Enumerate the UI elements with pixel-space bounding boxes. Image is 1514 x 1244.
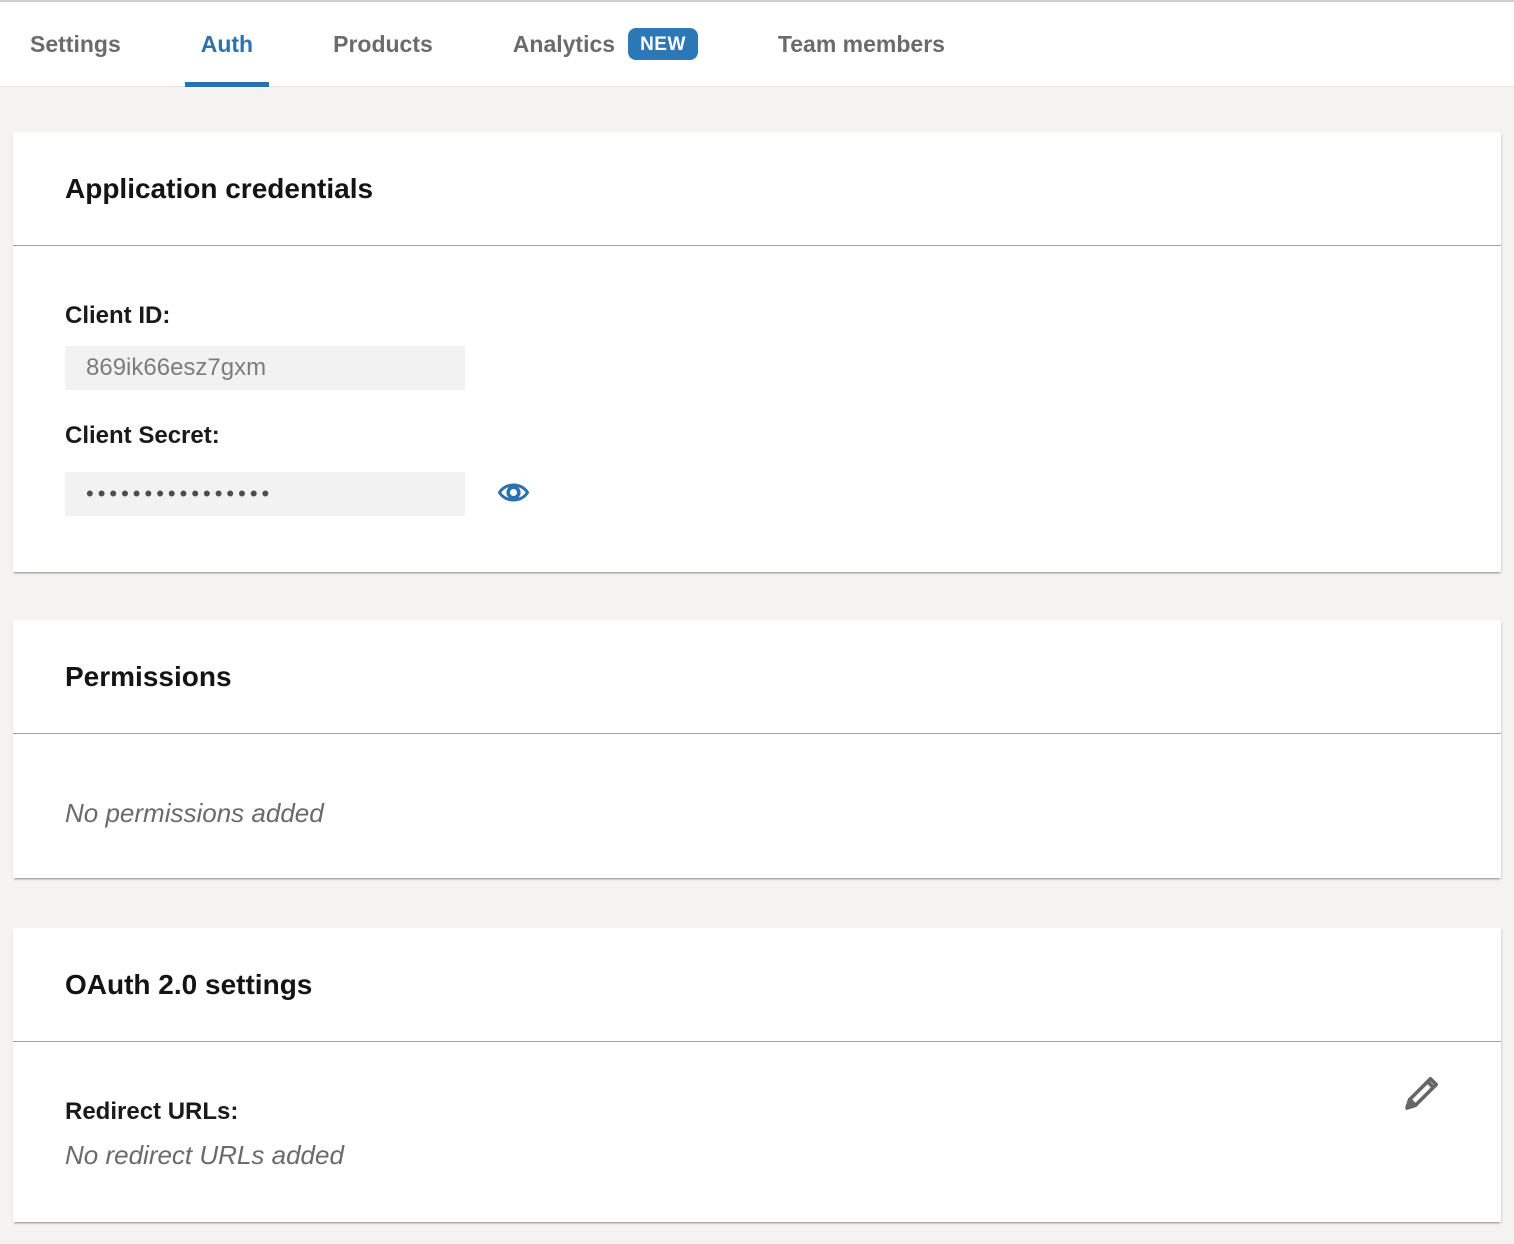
client-id-value: 869ik66esz7gxm bbox=[86, 354, 266, 382]
tab-analytics[interactable]: Analytics NEW bbox=[497, 2, 714, 86]
new-badge: NEW bbox=[628, 28, 698, 60]
permissions-body: No permissions added bbox=[13, 734, 1501, 878]
client-id-label: Client ID: bbox=[65, 302, 1449, 330]
permissions-card: Permissions No permissions added bbox=[13, 620, 1501, 878]
tab-auth[interactable]: Auth bbox=[185, 2, 269, 86]
client-secret-label: Client Secret: bbox=[65, 422, 1449, 450]
oauth-settings-card: OAuth 2.0 settings Redirect URLs: No red… bbox=[13, 928, 1501, 1222]
client-secret-masked-value: •••••••••••••••• bbox=[86, 481, 273, 507]
permissions-empty-message: No permissions added bbox=[65, 798, 1449, 828]
tab-analytics-label: Analytics bbox=[513, 31, 615, 58]
client-secret-field[interactable]: •••••••••••••••• bbox=[65, 472, 465, 516]
edit-redirect-urls-button[interactable] bbox=[1399, 1070, 1445, 1119]
tab-products-label: Products bbox=[333, 31, 433, 58]
tab-team-members-label: Team members bbox=[778, 31, 945, 58]
tab-auth-label: Auth bbox=[201, 31, 253, 58]
tab-settings[interactable]: Settings bbox=[14, 2, 137, 86]
client-id-field[interactable]: 869ik66esz7gxm bbox=[65, 346, 465, 390]
pencil-icon bbox=[1399, 1104, 1445, 1119]
redirect-urls-label: Redirect URLs: bbox=[65, 1098, 1449, 1126]
application-credentials-header: Application credentials bbox=[13, 132, 1501, 246]
tab-team-members[interactable]: Team members bbox=[762, 2, 961, 86]
oauth-settings-header: OAuth 2.0 settings bbox=[13, 928, 1501, 1042]
main-content: Application credentials Client ID: 869ik… bbox=[0, 132, 1514, 1222]
reveal-secret-button[interactable] bbox=[497, 477, 530, 511]
oauth-settings-body: Redirect URLs: No redirect URLs added bbox=[13, 1042, 1501, 1222]
tab-bar: Settings Auth Products Analytics NEW Tea… bbox=[0, 0, 1514, 87]
permissions-header: Permissions bbox=[13, 620, 1501, 734]
application-credentials-card: Application credentials Client ID: 869ik… bbox=[13, 132, 1501, 572]
tab-products[interactable]: Products bbox=[317, 2, 449, 86]
application-credentials-body: Client ID: 869ik66esz7gxm Client Secret:… bbox=[13, 246, 1501, 572]
permissions-title: Permissions bbox=[65, 661, 232, 693]
tab-settings-label: Settings bbox=[30, 31, 121, 58]
client-secret-row: •••••••••••••••• bbox=[65, 450, 1449, 516]
eye-icon bbox=[497, 477, 530, 511]
oauth-settings-title: OAuth 2.0 settings bbox=[65, 969, 312, 1001]
redirect-urls-empty-message: No redirect URLs added bbox=[65, 1140, 1449, 1170]
application-credentials-title: Application credentials bbox=[65, 173, 373, 205]
